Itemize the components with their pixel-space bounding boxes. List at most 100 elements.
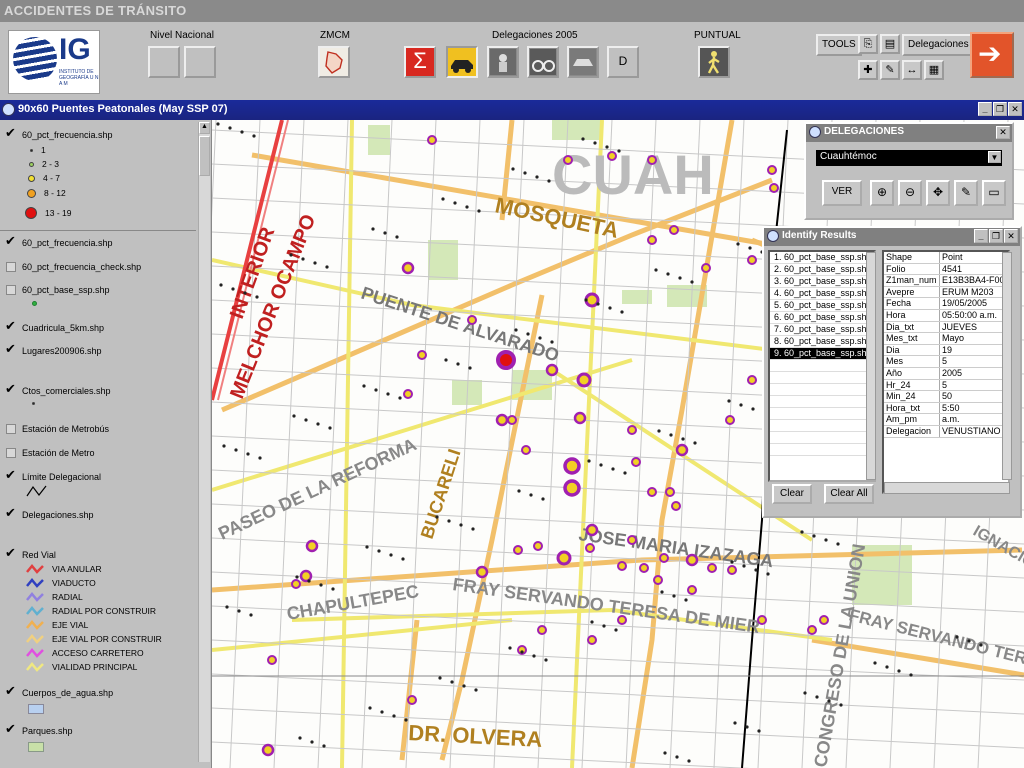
close-button[interactable]: ✕ <box>1004 229 1018 243</box>
layer-item[interactable]: Red Vial <box>5 545 56 561</box>
accident-point[interactable] <box>468 366 472 370</box>
result-item[interactable]: 8. 60_pct_base_ssp.sh <box>770 336 874 348</box>
layer-item[interactable]: Delegaciones.shp <box>5 505 94 521</box>
accident-point[interactable] <box>401 261 415 275</box>
accident-point[interactable] <box>383 231 387 235</box>
accident-point[interactable] <box>727 399 731 403</box>
accident-point[interactable] <box>377 549 381 553</box>
accident-point[interactable] <box>730 560 734 564</box>
accident-point[interactable] <box>386 392 390 396</box>
accident-point[interactable] <box>803 691 807 695</box>
identify-results-list[interactable]: 1. 60_pct_base_ssp.sh 2. 60_pct_base_ssp… <box>768 250 876 482</box>
restore-button[interactable]: ❐ <box>989 229 1003 243</box>
accident-point[interactable] <box>819 615 829 625</box>
accident-point[interactable] <box>404 718 408 722</box>
layer-checkbox[interactable] <box>5 545 16 561</box>
accident-point[interactable] <box>669 433 673 437</box>
accident-point[interactable] <box>328 426 332 430</box>
accident-point[interactable] <box>389 553 393 557</box>
result-item[interactable]: 1. 60_pct_base_ssp.sh <box>770 252 874 264</box>
accident-point[interactable] <box>307 579 311 583</box>
vehicle-photo-button[interactable] <box>567 46 599 78</box>
layer-item[interactable]: Cuerpos_de_agua.shp <box>5 683 113 699</box>
accident-point[interactable] <box>513 545 523 555</box>
accident-point[interactable] <box>417 350 427 360</box>
accident-point[interactable] <box>587 459 591 463</box>
accident-point[interactable] <box>647 487 657 497</box>
chevron-down-icon[interactable]: ▼ <box>988 151 1001 163</box>
clear-button[interactable]: Clear <box>772 484 812 504</box>
accident-point[interactable] <box>665 487 675 497</box>
accident-point[interactable] <box>225 605 229 609</box>
scroll-up-icon[interactable]: ▲ <box>199 122 210 134</box>
nivel-nacional-button-1[interactable] <box>148 46 180 78</box>
accident-point[interactable] <box>584 292 600 308</box>
list-scrollbar[interactable] <box>866 252 876 480</box>
layer-item[interactable]: 60_pct_base_ssp.shp <box>6 285 110 295</box>
accident-point[interactable] <box>395 235 399 239</box>
accident-point[interactable] <box>444 358 448 362</box>
layer-checkbox[interactable] <box>5 318 16 334</box>
pan-icon[interactable]: ✥ <box>926 180 950 206</box>
grid-icon[interactable]: ▦ <box>924 60 944 80</box>
accident-point[interactable] <box>593 141 597 145</box>
accident-point[interactable] <box>909 673 913 677</box>
accident-point[interactable] <box>374 388 378 392</box>
accident-point[interactable] <box>653 575 663 585</box>
accident-point[interactable] <box>252 134 256 138</box>
accident-point[interactable] <box>754 568 758 572</box>
accident-point[interactable] <box>521 445 531 455</box>
accident-point[interactable] <box>647 155 657 165</box>
accident-point[interactable] <box>745 725 749 729</box>
accident-point[interactable] <box>541 497 545 501</box>
accident-point[interactable] <box>398 396 402 400</box>
accident-point[interactable] <box>979 643 983 647</box>
accident-point[interactable] <box>631 457 641 467</box>
close-button[interactable]: ✕ <box>1008 102 1022 116</box>
accident-point[interactable] <box>751 407 755 411</box>
result-item[interactable]: 5. 60_pct_base_ssp.sh <box>770 300 874 312</box>
close-icon[interactable]: ✕ <box>996 126 1010 139</box>
accident-point[interactable] <box>523 171 527 175</box>
accident-point[interactable] <box>839 703 843 707</box>
accident-point[interactable] <box>627 535 637 545</box>
layer-checkbox[interactable] <box>5 233 16 249</box>
accident-point[interactable] <box>298 736 302 740</box>
accident-point[interactable] <box>240 130 244 134</box>
accident-point[interactable] <box>447 519 451 523</box>
layer-checkbox[interactable] <box>6 448 16 458</box>
accident-point[interactable] <box>292 414 296 418</box>
accident-point[interactable] <box>807 625 817 635</box>
layer-checkbox[interactable] <box>5 381 16 397</box>
accident-point[interactable] <box>767 165 777 175</box>
accident-point[interactable] <box>617 615 627 625</box>
accident-point[interactable] <box>304 418 308 422</box>
accident-point[interactable] <box>249 613 253 617</box>
page-icon[interactable]: ▭ <box>982 180 1006 206</box>
puntual-button[interactable] <box>698 46 730 78</box>
accident-point[interactable] <box>707 563 717 573</box>
accident-point[interactable] <box>563 479 581 497</box>
accident-point[interactable] <box>657 429 661 433</box>
accident-point[interactable] <box>596 302 600 306</box>
d-button[interactable]: D <box>607 46 639 78</box>
accident-point[interactable] <box>727 565 737 575</box>
accident-point[interactable] <box>585 523 599 537</box>
accident-point[interactable] <box>255 295 259 299</box>
layer-checkbox[interactable] <box>5 341 16 357</box>
accident-point[interactable] <box>322 744 326 748</box>
accident-point[interactable] <box>435 515 439 519</box>
grid-scrollbar[interactable] <box>1002 252 1012 480</box>
minimize-button[interactable]: _ <box>974 229 988 243</box>
accident-point[interactable] <box>234 448 238 452</box>
accident-point[interactable] <box>885 665 889 669</box>
accident-point[interactable] <box>627 425 637 435</box>
accident-point[interactable] <box>693 441 697 445</box>
accident-point[interactable] <box>495 413 509 427</box>
accident-point[interactable] <box>231 287 235 291</box>
accident-point[interactable] <box>684 598 688 602</box>
accident-point[interactable] <box>675 755 679 759</box>
accident-point[interactable] <box>675 443 689 457</box>
accident-point[interactable] <box>380 710 384 714</box>
accident-point[interactable] <box>584 298 588 302</box>
